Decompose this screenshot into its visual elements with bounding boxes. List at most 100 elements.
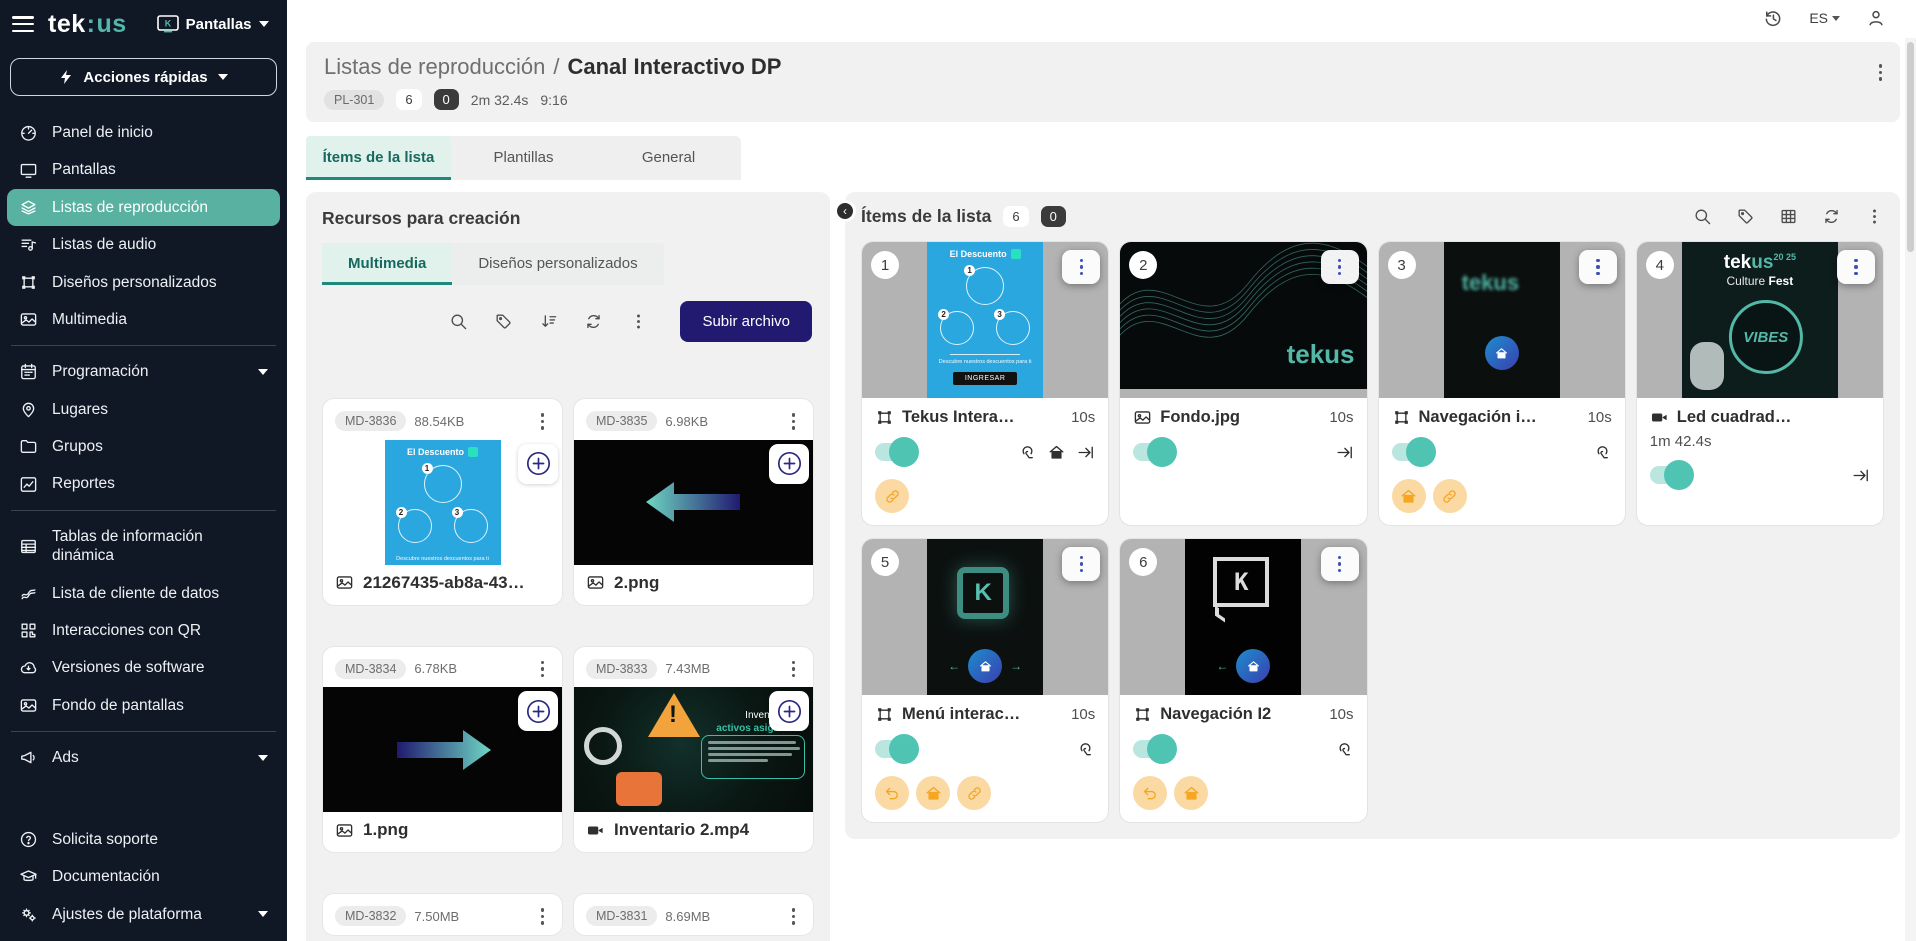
- skip-end-icon[interactable]: [1076, 443, 1095, 462]
- sidebar-item-ads[interactable]: Ads: [7, 739, 280, 776]
- add-to-list-button[interactable]: [518, 444, 558, 484]
- add-to-list-button[interactable]: [518, 691, 558, 731]
- media-card: MD-3835 6.98KB 2.png: [573, 398, 814, 606]
- megaphone-icon: [19, 748, 38, 767]
- sync-icon[interactable]: [1822, 207, 1841, 226]
- item-thumbnail[interactable]: 1 El Descuento 1 2 3 Descubre nuestros d…: [862, 242, 1108, 398]
- item-enabled-toggle[interactable]: [1650, 466, 1692, 484]
- item-thumbnail[interactable]: 2 tekus: [1120, 242, 1366, 398]
- item-thumbnail[interactable]: 6 K ←: [1120, 539, 1366, 695]
- interaction-icon[interactable]: [1335, 740, 1354, 759]
- user-icon[interactable]: [1866, 8, 1886, 28]
- sidebar-item-ajustes-plataforma[interactable]: Ajustes de plataforma: [7, 896, 280, 933]
- interaction-icon[interactable]: [1593, 443, 1612, 462]
- item-kebab-icon[interactable]: [1062, 547, 1100, 581]
- item-thumbnail[interactable]: 3 tekus: [1379, 242, 1625, 398]
- tag-icon[interactable]: [494, 312, 513, 331]
- image-icon: [335, 573, 354, 592]
- scrollbar-thumb[interactable]: [1907, 42, 1914, 252]
- media-thumbnail[interactable]: El Descuento 1 2 3 Descubre nuestros des…: [323, 440, 562, 565]
- breadcrumb-parent[interactable]: Listas de reproducción: [324, 54, 545, 79]
- sidebar-item-solicita-soporte[interactable]: Solicita soporte: [7, 821, 280, 858]
- search-icon[interactable]: [1693, 207, 1712, 226]
- item-enabled-toggle[interactable]: [1392, 443, 1434, 461]
- add-to-list-button[interactable]: [769, 444, 809, 484]
- sidebar-item-disenos-personalizados[interactable]: Diseños personalizados: [7, 264, 280, 301]
- skip-end-icon[interactable]: [1335, 443, 1354, 462]
- quick-actions-button[interactable]: Acciones rápidas: [10, 58, 277, 96]
- item-undo-badge[interactable]: [875, 776, 909, 810]
- sidebar-item-grupos[interactable]: Grupos: [7, 428, 280, 465]
- header-kebab-icon[interactable]: [1873, 60, 1889, 85]
- sidebar-item-label: Reportes: [52, 474, 268, 493]
- sidebar-item-reportes[interactable]: Reportes: [7, 465, 280, 502]
- table-grid-icon[interactable]: [1779, 207, 1798, 226]
- item-link-badge[interactable]: [875, 479, 909, 513]
- interaction-icon[interactable]: [1076, 740, 1095, 759]
- sidebar-item-fondo-pantallas[interactable]: Fondo de pantallas: [7, 687, 280, 724]
- media-kebab-icon[interactable]: [535, 904, 551, 929]
- item-undo-badge[interactable]: [1133, 776, 1167, 810]
- resources-tab-0[interactable]: Multimedia: [322, 243, 452, 285]
- tab-1[interactable]: Plantillas: [451, 136, 596, 180]
- media-kebab-icon[interactable]: [786, 409, 802, 434]
- sidebar-item-panel-de-inicio[interactable]: Panel de inicio: [7, 114, 280, 151]
- search-icon[interactable]: [449, 312, 468, 331]
- item-thumbnail[interactable]: 5 K ←→: [862, 539, 1108, 695]
- item-home-badge[interactable]: [1392, 479, 1426, 513]
- item-kebab-icon[interactable]: [1837, 250, 1875, 284]
- tab-2[interactable]: General: [596, 136, 741, 180]
- hamburger-menu-icon[interactable]: [12, 16, 34, 32]
- sort-icon[interactable]: [539, 312, 558, 331]
- media-kebab-icon[interactable]: [535, 409, 551, 434]
- collapse-panel-button[interactable]: ‹: [834, 200, 856, 222]
- items-grid: 1 El Descuento 1 2 3 Descubre nuestros d…: [861, 241, 1884, 823]
- upload-file-button[interactable]: Subir archivo: [680, 301, 812, 342]
- item-kebab-icon[interactable]: [1062, 250, 1100, 284]
- sync-icon[interactable]: [584, 312, 603, 331]
- sidebar-item-listas-de-audio[interactable]: Listas de audio: [7, 226, 280, 263]
- kebab-icon[interactable]: [1865, 207, 1884, 226]
- item-home-badge[interactable]: [1174, 776, 1208, 810]
- sidebar-item-interacciones-qr[interactable]: Interacciones con QR: [7, 612, 280, 649]
- sidebar-item-tablas-informacion-dinamica[interactable]: Tablas de información dinámica: [7, 518, 280, 575]
- media-thumbnail[interactable]: [323, 687, 562, 812]
- media-kebab-icon[interactable]: [786, 657, 802, 682]
- tag-icon[interactable]: [1736, 207, 1755, 226]
- item-kebab-icon[interactable]: [1321, 250, 1359, 284]
- item-enabled-toggle[interactable]: [1133, 740, 1175, 758]
- interaction-icon[interactable]: [1018, 443, 1037, 462]
- add-to-list-button[interactable]: [769, 691, 809, 731]
- sidebar-item-lista-cliente-datos[interactable]: Lista de cliente de datos: [7, 575, 280, 612]
- sidebar-item-multimedia[interactable]: Multimedia: [7, 301, 280, 338]
- sidebar-item-lugares[interactable]: Lugares: [7, 391, 280, 428]
- item-kebab-icon[interactable]: [1321, 547, 1359, 581]
- kebab-icon[interactable]: [629, 312, 648, 331]
- item-enabled-toggle[interactable]: [1133, 443, 1175, 461]
- sidebar-item-documentacion[interactable]: Documentación: [7, 858, 280, 895]
- item-link-badge[interactable]: [1433, 479, 1467, 513]
- media-kebab-icon[interactable]: [786, 904, 802, 929]
- item-enabled-toggle[interactable]: [875, 443, 917, 461]
- media-kebab-icon[interactable]: [535, 657, 551, 682]
- item-kebab-icon[interactable]: [1579, 250, 1617, 284]
- item-link-badge[interactable]: [957, 776, 991, 810]
- scrollbar[interactable]: [1905, 38, 1916, 941]
- language-selector[interactable]: ES: [1809, 10, 1840, 26]
- sidebar-item-programacion[interactable]: Programación: [7, 353, 280, 390]
- history-icon[interactable]: [1763, 8, 1783, 28]
- context-selector[interactable]: K Pantallas: [157, 15, 269, 33]
- sidebar-item-pantallas[interactable]: Pantallas: [7, 151, 280, 188]
- skip-end-icon[interactable]: [1851, 466, 1870, 485]
- item-home-badge[interactable]: [916, 776, 950, 810]
- resources-tab-1[interactable]: Diseños personalizados: [452, 243, 663, 285]
- media-thumbnail[interactable]: [574, 440, 813, 565]
- tab-0[interactable]: Ítems de la lista: [306, 136, 451, 180]
- sidebar-item-listas-de-reproduccion[interactable]: Listas de reproducción: [7, 189, 280, 226]
- sidebar-item-versiones-software[interactable]: Versiones de software: [7, 649, 280, 686]
- home-icon[interactable]: [1047, 443, 1066, 462]
- item-thumbnail[interactable]: 4 tekus20 25 Culture Fest VIBES: [1637, 242, 1883, 398]
- playlist-item-card: 2 tekus Fondo.jpg10s: [1119, 241, 1367, 526]
- item-enabled-toggle[interactable]: [875, 740, 917, 758]
- media-thumbnail[interactable]: Inventario deactivos asignados: [574, 687, 813, 812]
